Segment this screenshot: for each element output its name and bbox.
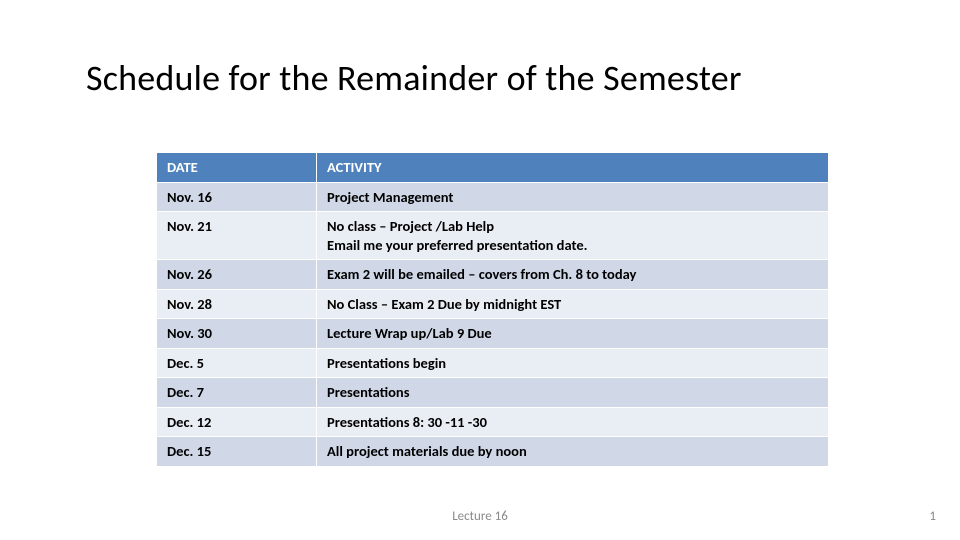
table-row: Nov. 30 Lecture Wrap up/Lab 9 Due [157, 319, 829, 349]
header-date: DATE [157, 153, 317, 183]
schedule-table: DATE ACTIVITY Nov. 16 Project Management… [156, 152, 829, 467]
table-row: Dec. 12 Presentations 8: 30 -11 -30 [157, 407, 829, 437]
footer-lecture-label: Lecture 16 [0, 509, 960, 524]
cell-date: Nov. 30 [157, 319, 317, 349]
cell-date: Dec. 15 [157, 437, 317, 467]
cell-activity: No class – Project /Lab HelpEmail me you… [317, 212, 829, 260]
footer-page-number: 1 [929, 509, 936, 524]
cell-date: Dec. 7 [157, 378, 317, 408]
table-row: Nov. 21 No class – Project /Lab HelpEmai… [157, 212, 829, 260]
cell-date: Nov. 26 [157, 260, 317, 290]
cell-date: Dec. 5 [157, 348, 317, 378]
cell-activity: Exam 2 will be emailed – covers from Ch.… [317, 260, 829, 290]
cell-activity: Presentations begin [317, 348, 829, 378]
table-header-row: DATE ACTIVITY [157, 153, 829, 183]
cell-activity: All project materials due by noon [317, 437, 829, 467]
cell-date: Nov. 21 [157, 212, 317, 260]
cell-date: Nov. 16 [157, 182, 317, 212]
schedule-table-container: DATE ACTIVITY Nov. 16 Project Management… [156, 152, 828, 467]
cell-activity: No Class – Exam 2 Due by midnight EST [317, 289, 829, 319]
table-row: Nov. 28 No Class – Exam 2 Due by midnigh… [157, 289, 829, 319]
cell-date: Nov. 28 [157, 289, 317, 319]
table-row: Dec. 5 Presentations begin [157, 348, 829, 378]
cell-activity: Lecture Wrap up/Lab 9 Due [317, 319, 829, 349]
cell-activity: Presentations [317, 378, 829, 408]
cell-date: Dec. 12 [157, 407, 317, 437]
cell-activity: Project Management [317, 182, 829, 212]
table-row: Nov. 26 Exam 2 will be emailed – covers … [157, 260, 829, 290]
header-activity: ACTIVITY [317, 153, 829, 183]
cell-activity: Presentations 8: 30 -11 -30 [317, 407, 829, 437]
table-row: Dec. 15 All project materials due by noo… [157, 437, 829, 467]
table-row: Nov. 16 Project Management [157, 182, 829, 212]
table-row: Dec. 7 Presentations [157, 378, 829, 408]
page-title: Schedule for the Remainder of the Semest… [86, 56, 742, 100]
